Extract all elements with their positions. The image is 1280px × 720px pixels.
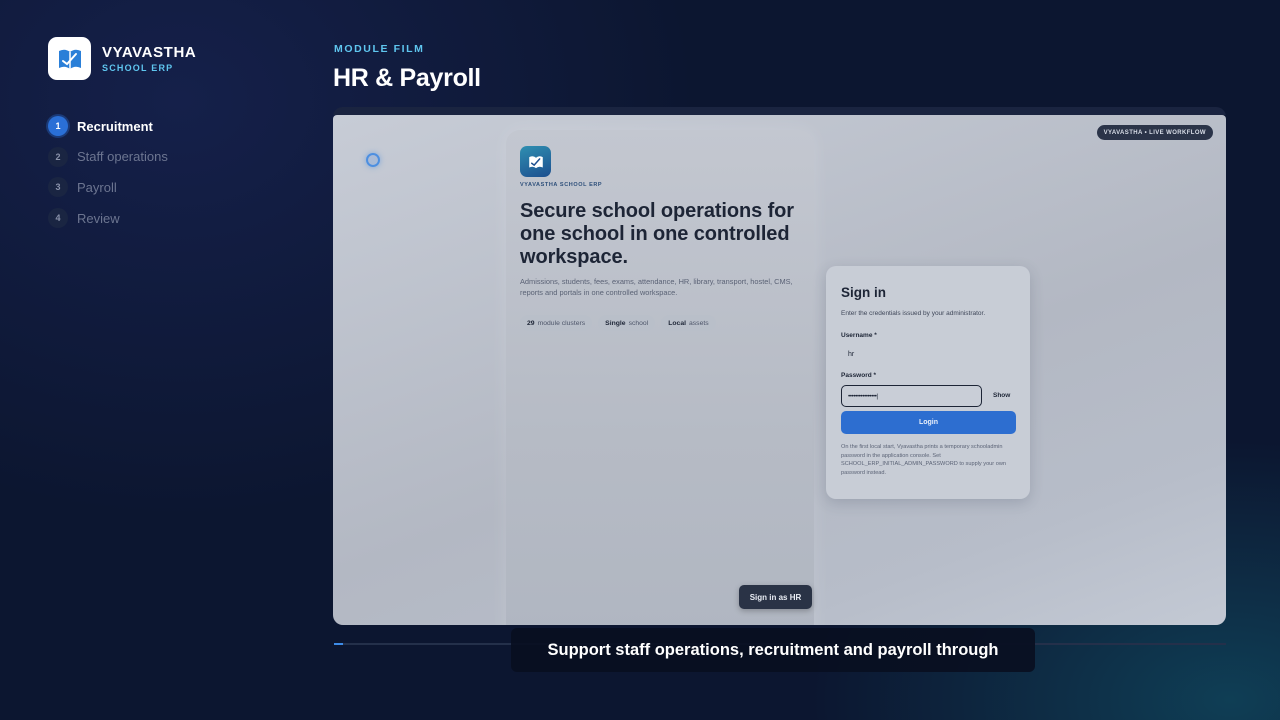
hero-card: VYAVASTHA SCHOOL ERP Secure school opera… — [506, 130, 814, 625]
module-kicker: MODULE FILM — [334, 43, 425, 55]
step-number: 3 — [48, 177, 68, 198]
pill-single-school: Single school — [598, 315, 656, 331]
video-frame[interactable]: VYAVASTHA • LIVE WORKFLOW VYAVASTHA SCHO… — [333, 107, 1226, 625]
sign-in-as-hr-button[interactable]: Sign in as HR — [739, 585, 812, 609]
show-password-button[interactable]: Show — [993, 392, 1010, 399]
live-workflow-badge: VYAVASTHA • LIVE WORKFLOW — [1096, 125, 1213, 140]
sign-in-card: Sign in Enter the credentials issued by … — [826, 266, 1030, 499]
step-payroll[interactable]: 3 Payroll — [48, 177, 168, 198]
login-button[interactable]: Login — [841, 411, 1016, 434]
app-screen: VYAVASTHA • LIVE WORKFLOW VYAVASTHA SCHO… — [333, 115, 1226, 625]
video-progress-fill — [334, 643, 343, 645]
pill-local-assets: Local assets — [661, 315, 716, 331]
step-label: Payroll — [77, 179, 117, 195]
brand-subtitle: SCHOOL ERP — [102, 62, 174, 73]
step-label: Recruitment — [77, 118, 153, 134]
step-number: 2 — [48, 146, 68, 167]
step-number: 1 — [48, 116, 68, 136]
hero-pills: 29 module clusters Single school Local asse… — [520, 315, 716, 331]
password-label: Password * — [841, 372, 877, 379]
book-icon — [48, 37, 91, 80]
hero-title: Secure school operations for one school … — [520, 200, 794, 268]
step-list: 1 Recruitment 2 Staff operations 3 Payro… — [48, 116, 168, 239]
brand: VYAVASTHA SCHOOL ERP — [48, 37, 196, 80]
hero-description: Admissions, students, fees, exams, atten… — [520, 277, 793, 297]
hero-kicker: VYAVASTHA SCHOOL ERP — [520, 182, 603, 188]
step-recruitment[interactable]: 1 Recruitment — [48, 116, 168, 136]
sign-in-note: On the first local start, Vyavastha prin… — [841, 444, 1006, 477]
password-field[interactable]: ••••••••••••••••| — [841, 385, 982, 407]
step-label: Review — [77, 210, 120, 226]
cursor-indicator — [366, 153, 380, 167]
username-label: Username * — [841, 332, 877, 339]
username-field[interactable]: hr — [841, 344, 981, 364]
step-label: Staff operations — [77, 149, 168, 165]
sign-in-subtitle: Enter the credentials issued by your adm… — [841, 310, 986, 317]
step-number: 4 — [48, 208, 68, 229]
video-caption: Support staff operations, recruitment an… — [511, 628, 1035, 672]
page-title: HR & Payroll — [333, 64, 481, 92]
sign-in-title: Sign in — [841, 285, 886, 300]
brand-name: VYAVASTHA — [102, 43, 197, 61]
step-staff-operations[interactable]: 2 Staff operations — [48, 146, 168, 167]
step-review[interactable]: 4 Review — [48, 208, 168, 229]
pill-module-clusters: 29 module clusters — [520, 315, 593, 331]
book-icon — [520, 146, 551, 177]
